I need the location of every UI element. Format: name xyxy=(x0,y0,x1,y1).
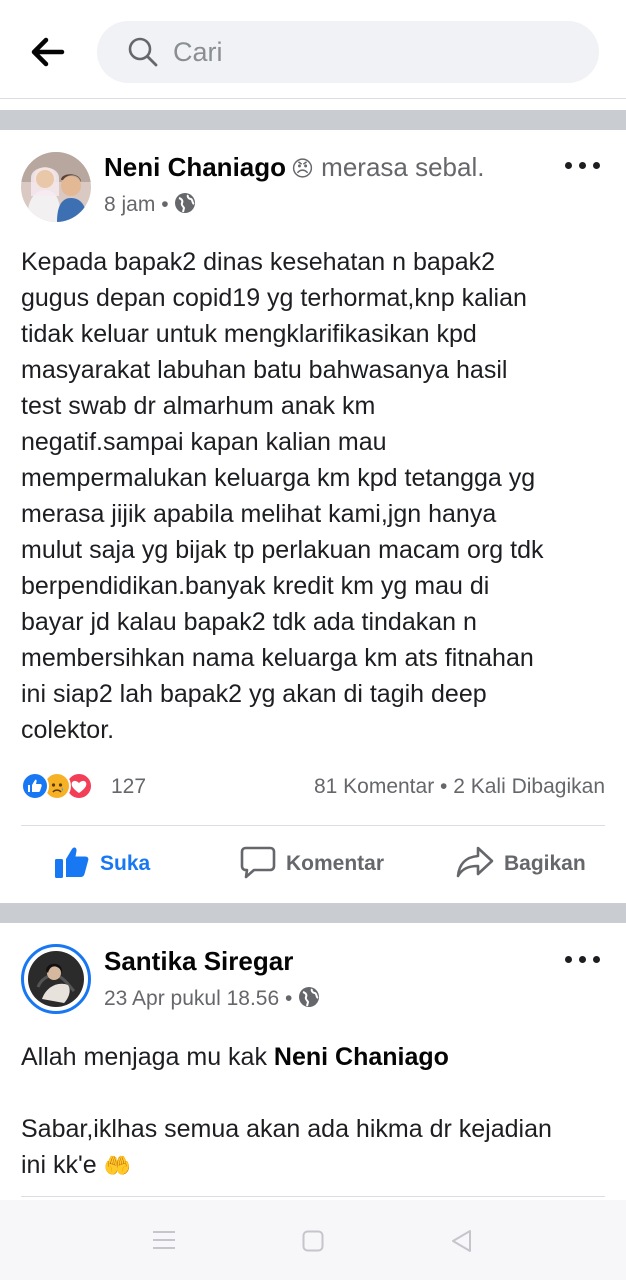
divider xyxy=(0,98,626,99)
reaction-count[interactable]: 127 xyxy=(111,775,146,799)
angry-face-icon: 😠 xyxy=(291,156,314,181)
globe-icon xyxy=(174,192,196,220)
post-feeling: 😠 merasa sebal. xyxy=(291,152,484,183)
like-label: Suka xyxy=(100,852,151,875)
comment-time[interactable]: 23 Apr pukul 18.56 xyxy=(104,987,279,1010)
post-meta: 8 jam • xyxy=(104,192,196,220)
comment-label: Komentar xyxy=(286,852,385,875)
comment-text-line2: Sabar,iklhas semua akan ada hikma dr kej… xyxy=(21,1111,611,1184)
separator-dot: • xyxy=(161,193,175,216)
comment-button[interactable]: Komentar xyxy=(240,838,384,890)
comment-text: Sabar,iklhas semua akan ada hikma dr kej… xyxy=(21,1115,552,1179)
like-reaction-icon xyxy=(21,772,49,800)
comment-count[interactable]: 81 Komentar xyxy=(314,775,434,798)
post-stats: 81 Komentar • 2 Kali Dibagikan xyxy=(314,775,605,799)
comment-author-name[interactable]: Santika Siregar xyxy=(104,946,293,977)
thumbs-up-icon xyxy=(54,845,90,884)
search-bar[interactable] xyxy=(97,21,599,83)
comment-author-avatar[interactable] xyxy=(21,944,91,1014)
mention-link[interactable]: Neni Chaniago xyxy=(274,1043,449,1071)
like-button[interactable]: Suka xyxy=(54,838,150,890)
reaction-icons[interactable] xyxy=(21,772,93,802)
comment-meta: 23 Apr pukul 18.56 • xyxy=(104,986,320,1014)
divider xyxy=(21,825,605,826)
globe-icon xyxy=(298,986,320,1014)
post-text: Kepada bapak2 dinas kesehatan n bapak2 g… xyxy=(21,248,544,744)
post-author-name[interactable]: Neni Chaniago xyxy=(104,152,286,183)
comment-more-options-icon[interactable] xyxy=(563,950,603,970)
post-more-options-icon[interactable] xyxy=(563,156,603,176)
share-count[interactable]: 2 Kali Dibagikan xyxy=(453,775,605,798)
share-button[interactable]: Bagikan xyxy=(456,838,586,890)
comment-text-prefix: Allah menjaga mu kak xyxy=(21,1043,274,1071)
menu-icon[interactable] xyxy=(152,1230,176,1255)
open-hands-emoji: 🤲 xyxy=(103,1153,131,1178)
post-author-avatar[interactable] xyxy=(21,152,91,222)
share-label: Bagikan xyxy=(504,852,586,875)
search-input[interactable] xyxy=(173,29,573,75)
share-arrow-icon xyxy=(456,845,494,884)
divider xyxy=(21,1196,605,1197)
back-triangle-icon[interactable] xyxy=(450,1229,472,1258)
separator-dot: • xyxy=(440,775,454,798)
feeling-text: merasa sebal. xyxy=(321,152,485,182)
section-divider xyxy=(0,110,626,130)
comment-bubble-icon xyxy=(240,845,276,884)
separator-dot: • xyxy=(284,987,299,1010)
comment-text-line1: Allah menjaga mu kak Neni Chaniago xyxy=(21,1039,611,1075)
section-divider xyxy=(0,903,626,923)
back-arrow-icon[interactable] xyxy=(28,34,68,70)
post-time[interactable]: 8 jam xyxy=(104,193,155,216)
home-square-icon[interactable] xyxy=(302,1230,324,1257)
system-nav-bar xyxy=(0,1200,626,1280)
top-bar xyxy=(0,0,626,104)
search-icon xyxy=(127,36,159,68)
